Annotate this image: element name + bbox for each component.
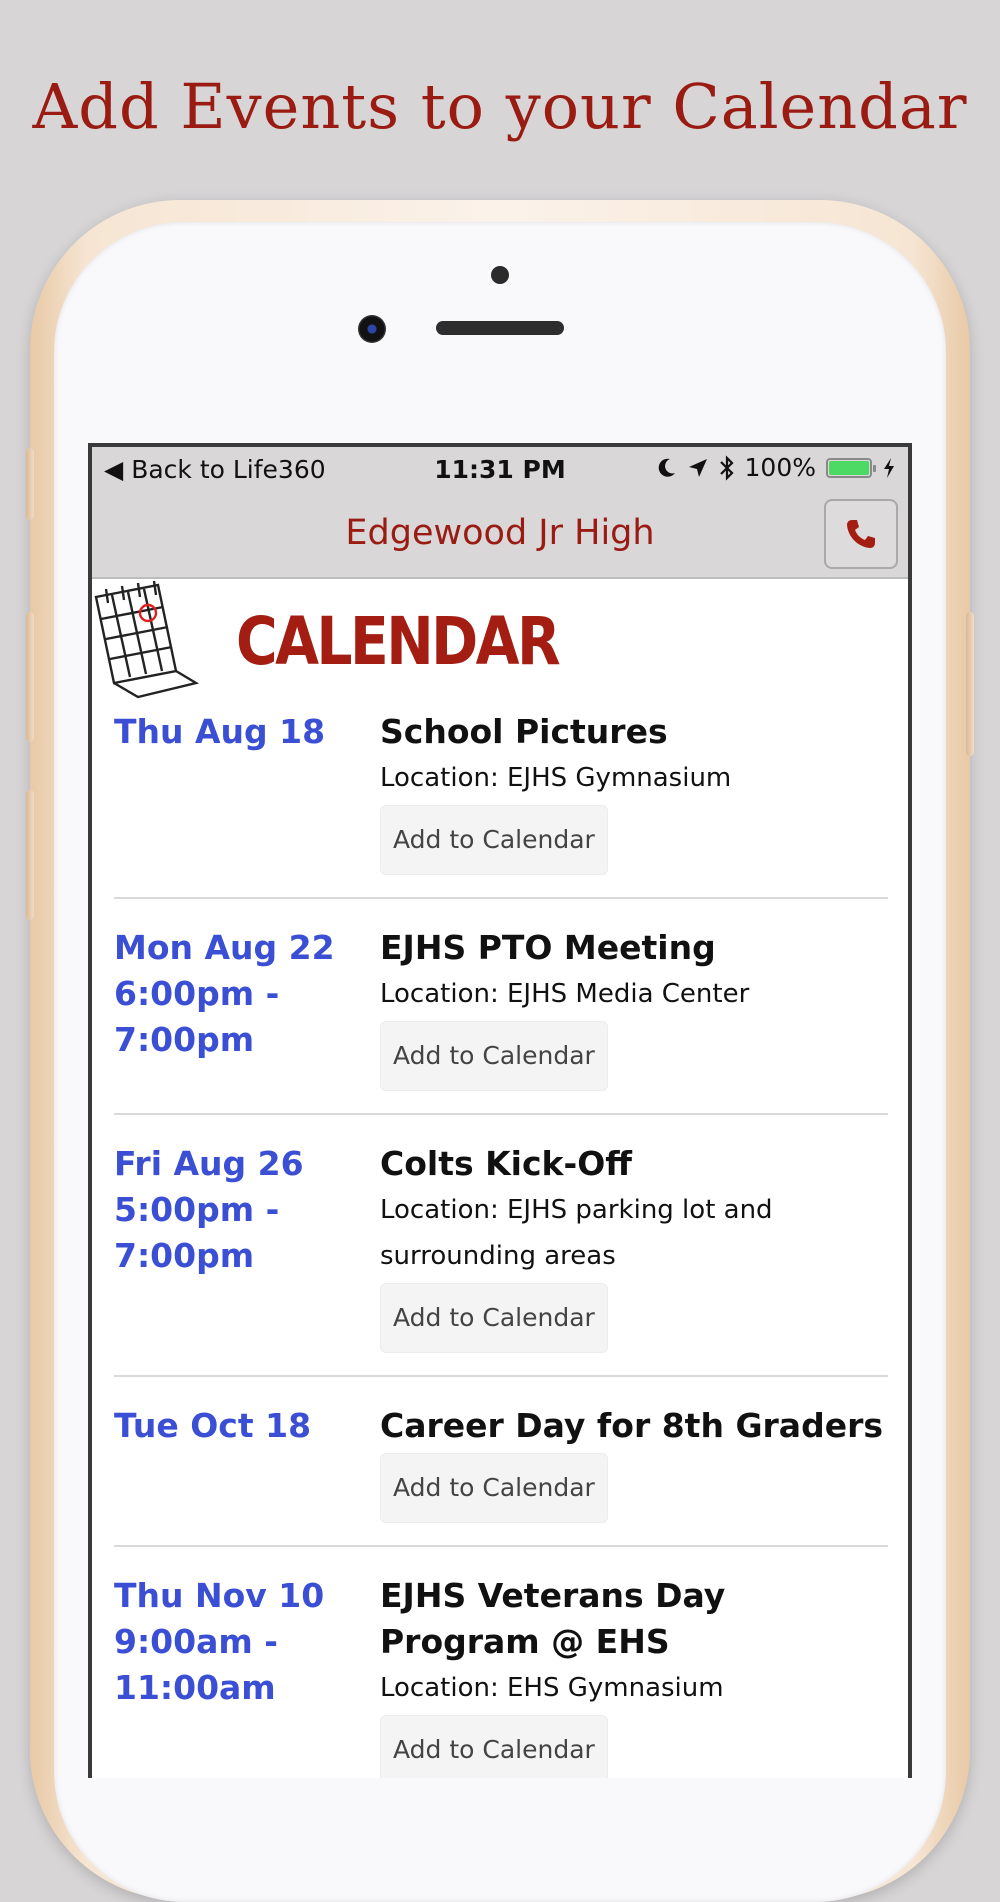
add-to-calendar-button[interactable]: Add to Calendar (380, 1021, 608, 1091)
event-title: School Pictures (380, 712, 668, 751)
phone-icon (847, 520, 875, 548)
add-to-calendar-button[interactable]: Add to Calendar (380, 1283, 608, 1353)
event-row: Tue Oct 18 Career Day for 8th Graders Add … (114, 1403, 888, 1547)
battery-icon (826, 457, 876, 478)
add-to-calendar-button[interactable]: Add to Calendar (380, 1453, 608, 1523)
event-date: Mon Aug 22 6:00pm - 7:00pm (114, 925, 354, 1063)
event-day: Thu Aug 18 (114, 712, 326, 751)
event-row: Thu Nov 10 9:00am - 11:00am EJHS Veterans … (114, 1573, 888, 1778)
bluetooth-icon (719, 454, 734, 481)
call-button[interactable] (824, 499, 898, 569)
event-time: 5:00pm - 7:00pm (114, 1190, 280, 1275)
event-day: Thu Nov 10 (114, 1576, 325, 1615)
event-date: Thu Nov 10 9:00am - 11:00am (114, 1573, 354, 1711)
calendar-sketch-icon (94, 580, 200, 699)
promo-headline: Add Events to your Calendar (32, 70, 968, 143)
status-icons: 100% (657, 453, 896, 482)
event-location: Location: EJHS Media Center (380, 979, 750, 1009)
nav-title: Edgewood Jr High (345, 513, 655, 553)
event-location: Location: EHS Gymnasium (380, 1673, 724, 1703)
event-title: EJHS PTO Meeting (380, 928, 716, 967)
charging-bolt-icon (884, 457, 894, 478)
moon-icon (658, 458, 675, 477)
event-title: EJHS Veterans Day Program @ EHS (380, 1576, 726, 1661)
add-to-calendar-button[interactable]: Add to Calendar (380, 805, 608, 875)
event-row: Mon Aug 22 6:00pm - 7:00pm EJHS PTO Meetin… (114, 925, 888, 1115)
battery-percent: 100% (744, 453, 816, 482)
event-body: Colts Kick-Off Location: EJHS parking lot… (380, 1141, 888, 1353)
event-row: Thu Aug 18 School Pictures Location: EJHS … (114, 709, 888, 899)
event-location: Location: EJHS parking lot and surroundi… (380, 1195, 773, 1271)
earpiece-speaker (436, 321, 564, 335)
event-title: Colts Kick-Off (380, 1144, 632, 1183)
event-body: EJHS PTO Meeting Location: EJHS Media Cen… (380, 925, 888, 1091)
event-body: EJHS Veterans Day Program @ EHS Location:… (380, 1573, 888, 1778)
event-day: Tue Oct 18 (114, 1406, 312, 1445)
status-bar: ◀ Back to Life360 11:31 PM 100% (92, 447, 908, 491)
volume-up-button (26, 612, 34, 742)
event-body: School Pictures Location: EJHS Gymnasium A… (380, 709, 888, 875)
event-time: 9:00am - 11:00am (114, 1622, 278, 1707)
event-list: Thu Aug 18 School Pictures Location: EJHS … (114, 709, 888, 1778)
event-row: Fri Aug 26 5:00pm - 7:00pm Colts Kick-Off L… (114, 1141, 888, 1377)
event-location: Location: EJHS Gymnasium (380, 763, 732, 793)
proximity-sensor (491, 266, 509, 284)
nav-bar: Edgewood Jr High (92, 491, 908, 579)
calendar-header: CALENDAR (92, 579, 908, 709)
location-arrow-icon (688, 458, 707, 477)
phone-screen: ◀ Back to Life360 11:31 PM 100% Edgewood… (88, 443, 912, 1778)
mute-switch (26, 448, 34, 520)
power-button (966, 612, 974, 756)
event-title: Career Day for 8th Graders (380, 1406, 883, 1445)
add-to-calendar-button[interactable]: Add to Calendar (380, 1715, 608, 1778)
event-date: Fri Aug 26 5:00pm - 7:00pm (114, 1141, 354, 1279)
event-time: 6:00pm - 7:00pm (114, 974, 280, 1059)
event-body: Career Day for 8th Graders Add to Calenda… (380, 1403, 888, 1523)
event-date: Thu Aug 18 (114, 709, 354, 755)
event-day: Mon Aug 22 (114, 928, 335, 967)
volume-down-button (26, 790, 34, 920)
event-date: Tue Oct 18 (114, 1403, 354, 1449)
event-day: Fri Aug 26 (114, 1144, 304, 1183)
calendar-title: CALENDAR (236, 603, 561, 680)
front-camera (358, 315, 386, 343)
